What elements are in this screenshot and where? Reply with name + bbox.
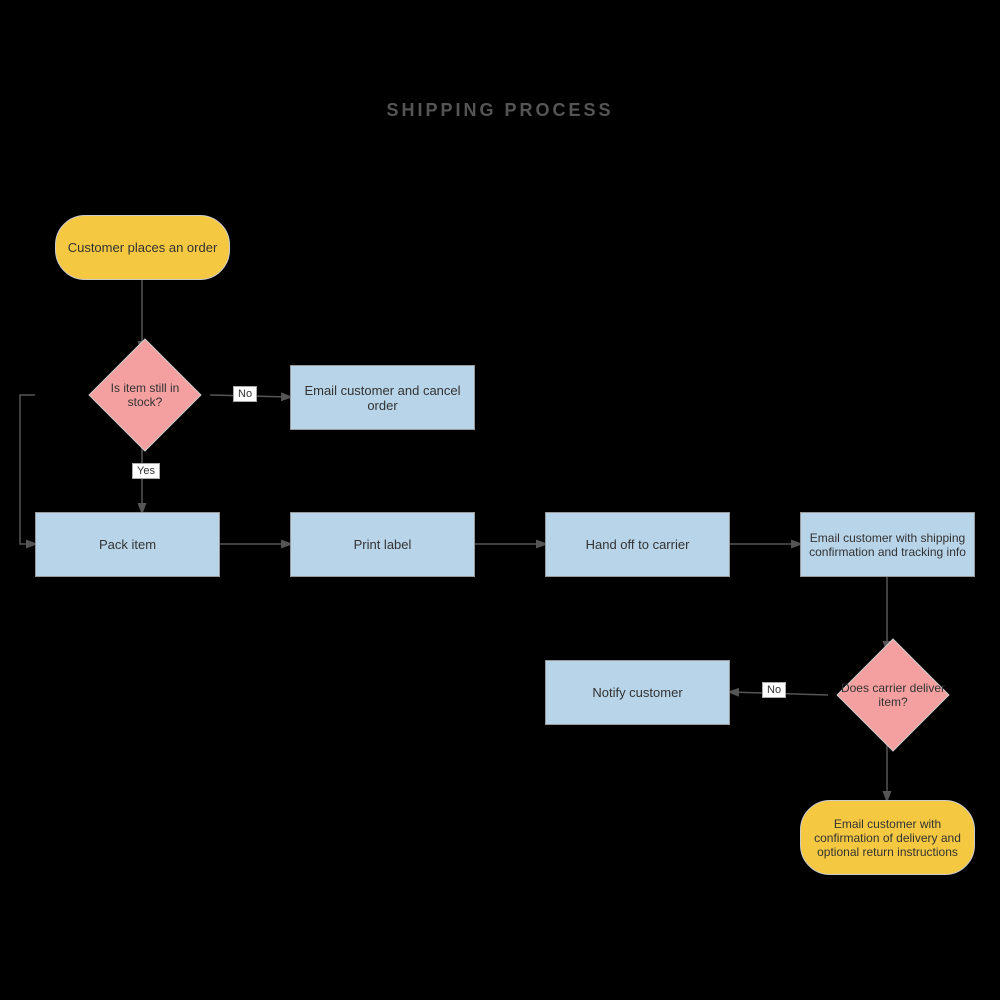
decision1-node: Is item still in stock? [80,350,210,440]
no1-label: No [233,386,257,402]
flowchart-canvas: SHIPPING PROCESS Customer places an orde… [0,0,1000,1000]
no2-label: No [762,682,786,698]
handoff-node: Hand off to carrier [545,512,730,577]
decision2-node: Does carrier deliver item? [828,650,958,740]
notify-node: Notify customer [545,660,730,725]
email-delivery-node: Email customer with confirmation of deli… [800,800,975,875]
page-title: SHIPPING PROCESS [0,100,1000,121]
email-confirm-node: Email customer with shipping confirmatio… [800,512,975,577]
start-node: Customer places an order [55,215,230,280]
print-node: Print label [290,512,475,577]
cancel-node: Email customer and cancel order [290,365,475,430]
yes1-label: Yes [132,463,160,479]
pack-node: Pack item [35,512,220,577]
